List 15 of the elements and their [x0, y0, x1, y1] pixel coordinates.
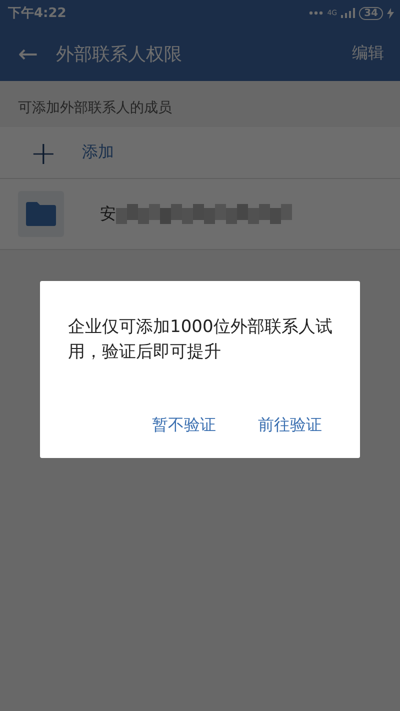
- dialog-message: 企业仅可添加1000位外部联系人试用，验证后即可提升: [68, 316, 334, 364]
- edit-button[interactable]: 编辑: [336, 43, 400, 64]
- battery-indicator: 34: [359, 6, 383, 20]
- member-name: 安: [100, 204, 116, 224]
- member-row[interactable]: 安: [0, 179, 400, 250]
- folder-icon: [18, 191, 64, 237]
- more-icon: [309, 11, 324, 15]
- section-header: 可添加外部联系人的成员: [0, 81, 400, 127]
- dialog-button[interactable]: 前往验证: [252, 411, 328, 440]
- plus-icon: +: [30, 134, 82, 172]
- back-button[interactable]: ←: [0, 40, 56, 68]
- dialog-button[interactable]: 暂不验证: [146, 411, 222, 440]
- signal-icon: [341, 8, 356, 18]
- status-time: 下午4:22: [8, 5, 66, 22]
- page-title: 外部联系人权限: [56, 42, 183, 66]
